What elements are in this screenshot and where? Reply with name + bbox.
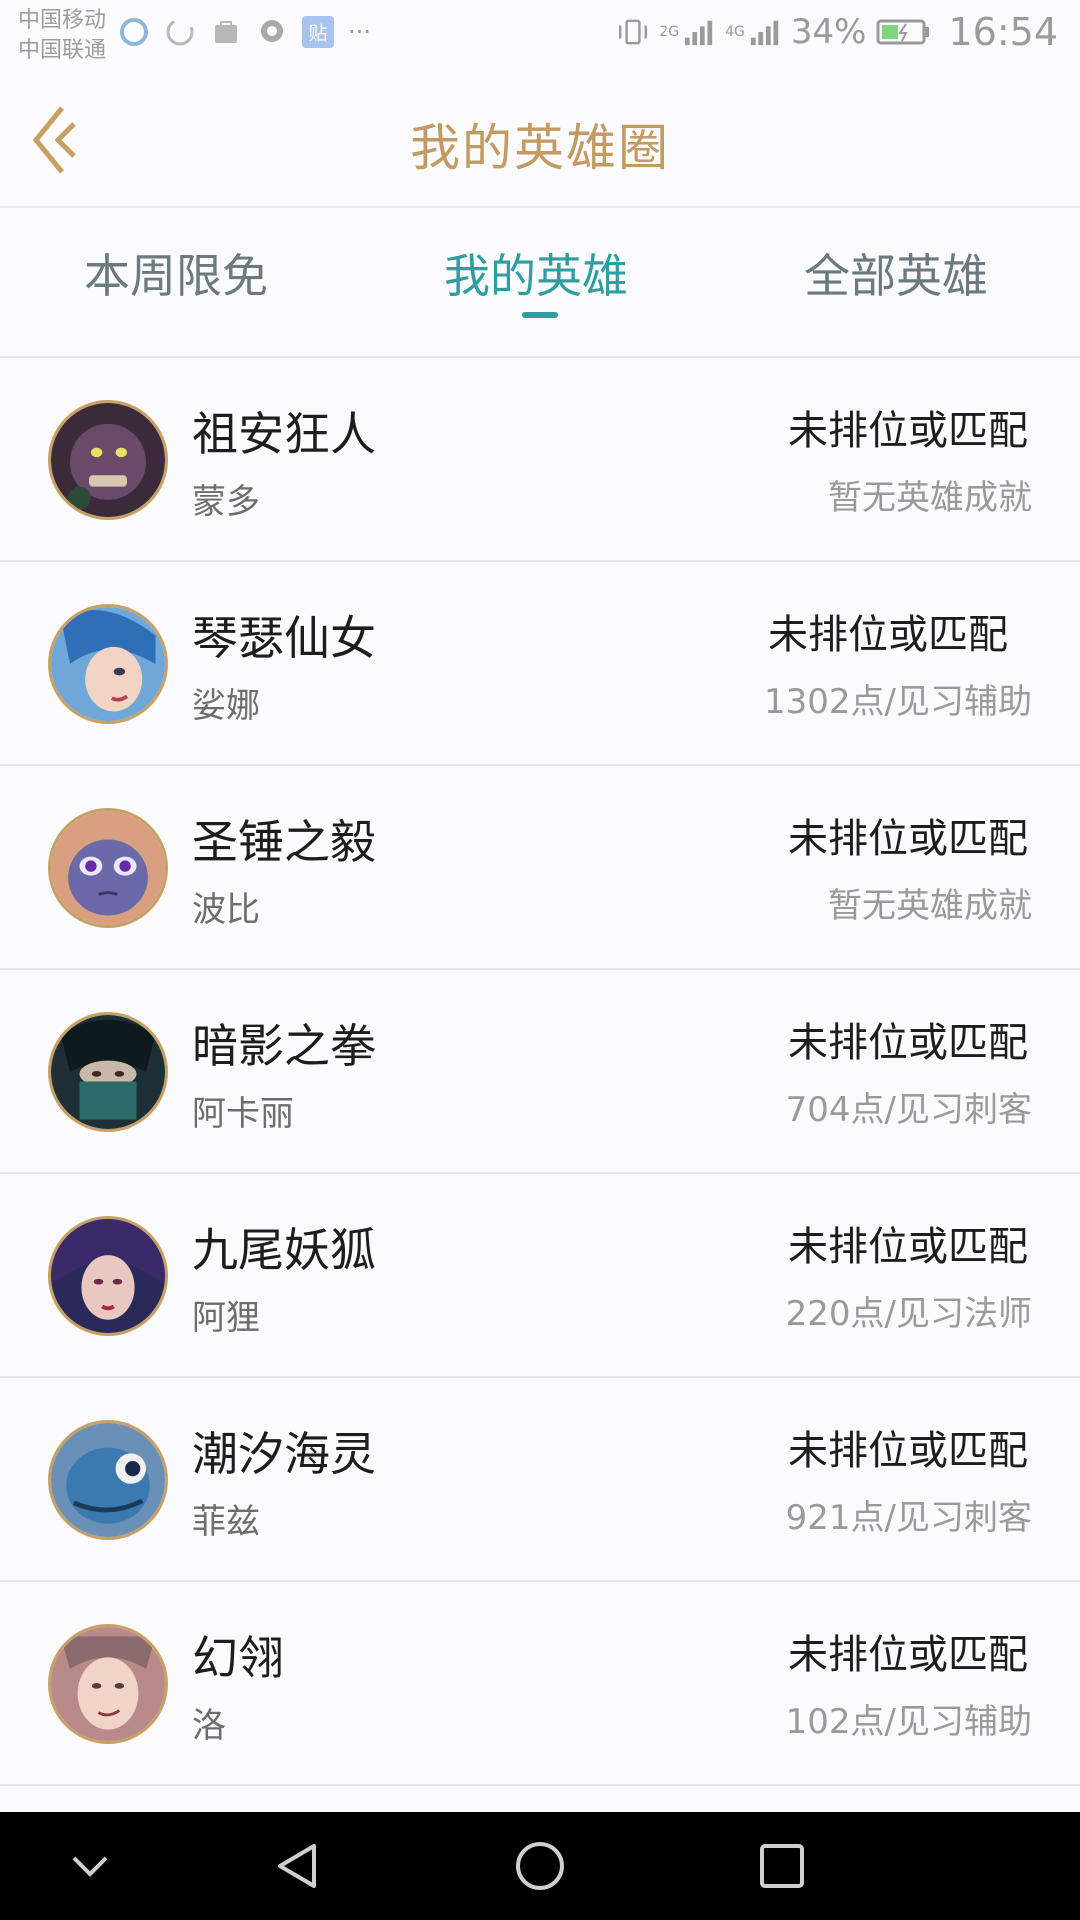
circle-home-icon xyxy=(516,1842,564,1890)
active-tab-indicator xyxy=(522,312,558,318)
hero-avatar xyxy=(48,400,168,520)
hero-name: 菲兹 xyxy=(192,1502,260,1542)
battery-charging-icon xyxy=(876,16,932,48)
rank-status: 未排位或匹配 xyxy=(788,1632,1028,1678)
hero-row[interactable]: 暗影之拳 阿卡丽 未排位或匹配 704点/见习刺客 xyxy=(0,970,1080,1174)
rank-status: 未排位或匹配 xyxy=(788,816,1028,862)
hero-avatar xyxy=(48,808,168,928)
rank-status: 未排位或匹配 xyxy=(788,1224,1028,1270)
rank-status: 未排位或匹配 xyxy=(788,408,1028,454)
hero-avatar xyxy=(48,1624,168,1744)
hero-avatar xyxy=(48,1012,168,1132)
system-navigation-bar xyxy=(0,1812,1080,1920)
carrier-1: 中国移动 xyxy=(18,8,107,33)
hero-avatar xyxy=(48,1216,168,1336)
signal-icon xyxy=(749,16,781,48)
triangle-back-icon xyxy=(278,1844,316,1888)
chat-bubble-icon xyxy=(256,16,288,48)
hero-achievement: 1302点/见习辅助 xyxy=(764,682,1032,722)
clock: 16:54 xyxy=(948,10,1058,54)
hero-title: 琴瑟仙女 xyxy=(192,611,376,665)
carrier-labels: 中国移动 中国联通 xyxy=(18,6,106,66)
hero-list: 祖安狂人 蒙多 未排位或匹配 暂无英雄成就 琴瑟仙女 娑娜 未排位或匹配 130… xyxy=(0,358,1080,1786)
tieba-icon: 贴 xyxy=(302,16,334,48)
hero-achievement: 暂无英雄成就 xyxy=(828,478,1032,518)
hero-row[interactable]: 幻翎 洛 未排位或匹配 102点/见习辅助 xyxy=(0,1582,1080,1786)
hero-achievement: 暂无英雄成就 xyxy=(828,886,1032,926)
rank-status: 未排位或匹配 xyxy=(788,1020,1028,1066)
network-4g-label: 4G xyxy=(725,24,745,40)
hero-title: 暗影之拳 xyxy=(192,1019,376,1073)
tab-all-heroes[interactable]: 全部英雄 xyxy=(804,240,988,306)
network-2g-label: 2G xyxy=(659,24,680,40)
hero-avatar xyxy=(48,1420,168,1540)
carrier-2: 中国联通 xyxy=(18,38,107,63)
tab-weekly-free[interactable]: 本周限免 xyxy=(84,240,268,306)
app-header: 我的英雄圈 xyxy=(0,72,1080,208)
nav-recents-button[interactable] xyxy=(756,1840,808,1892)
hero-row[interactable]: 祖安狂人 蒙多 未排位或匹配 暂无英雄成就 xyxy=(0,358,1080,562)
hero-name: 蒙多 xyxy=(192,482,260,522)
hero-row[interactable]: 九尾妖狐 阿狸 未排位或匹配 220点/见习法师 xyxy=(0,1174,1080,1378)
hero-name: 洛 xyxy=(192,1706,226,1746)
rank-status: 未排位或匹配 xyxy=(788,1428,1028,1474)
more-notifications-icon: ··· xyxy=(348,18,371,46)
hero-row[interactable]: 琴瑟仙女 娑娜 未排位或匹配 1302点/见习辅助 xyxy=(0,562,1080,766)
page-title: 我的英雄圈 xyxy=(410,119,670,177)
battery-percent: 34% xyxy=(790,12,867,52)
square-recents-icon xyxy=(760,1844,804,1888)
chevron-down-icon xyxy=(72,1856,108,1877)
hero-achievement: 102点/见习辅助 xyxy=(785,1702,1032,1742)
tab-bar: 本周限免 我的英雄 全部英雄 xyxy=(0,208,1080,358)
app-swirl-icon xyxy=(118,16,150,48)
signal-icon xyxy=(683,16,715,48)
hero-title: 幻翎 xyxy=(192,1631,284,1685)
rank-status: 未排位或匹配 xyxy=(768,612,1008,658)
hero-title: 潮汐海灵 xyxy=(192,1427,376,1481)
hero-name: 娑娜 xyxy=(192,686,260,726)
hero-avatar xyxy=(48,604,168,724)
tab-my-heroes[interactable]: 我的英雄 xyxy=(444,240,628,306)
shopping-bag-icon xyxy=(210,16,242,48)
hero-title: 圣锤之毅 xyxy=(192,815,376,869)
hero-achievement: 704点/见习刺客 xyxy=(785,1090,1032,1130)
nav-home-button[interactable] xyxy=(514,1840,566,1892)
vibrate-icon xyxy=(617,16,649,48)
notification-icons: 贴 ··· xyxy=(118,16,371,48)
svg-text:贴: 贴 xyxy=(309,23,328,45)
hero-title: 祖安狂人 xyxy=(192,407,376,461)
hero-name: 阿狸 xyxy=(192,1298,260,1338)
status-bar: 中国移动 中国联通 贴 ··· 2G 4G 34% 16:54 xyxy=(0,0,1080,72)
hero-achievement: 921点/见习刺客 xyxy=(785,1498,1032,1538)
hero-row[interactable]: 潮汐海灵 菲兹 未排位或匹配 921点/见习刺客 xyxy=(0,1378,1080,1582)
nav-back-button[interactable] xyxy=(272,1840,324,1892)
hero-name: 波比 xyxy=(192,890,260,930)
hero-achievement: 220点/见习法师 xyxy=(785,1294,1032,1334)
hero-row[interactable]: 圣锤之毅 波比 未排位或匹配 暂无英雄成就 xyxy=(0,766,1080,970)
hide-keyboard-button[interactable] xyxy=(64,1840,116,1892)
loading-ring-icon xyxy=(164,16,196,48)
hero-title: 九尾妖狐 xyxy=(192,1223,376,1277)
system-indicators: 2G 4G 34% 16:54 xyxy=(617,10,1058,54)
hero-name: 阿卡丽 xyxy=(192,1094,294,1134)
